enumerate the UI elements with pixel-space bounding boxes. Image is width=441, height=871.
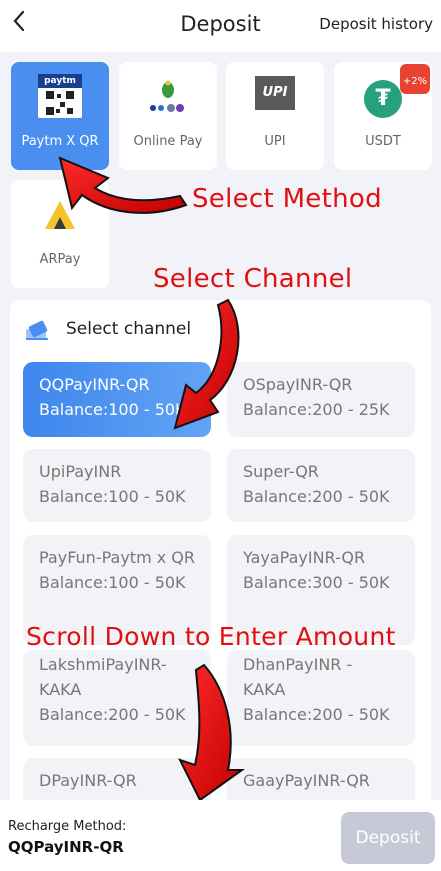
method-upi[interactable]: UPI UPI [226, 62, 324, 170]
header: Deposit Deposit history [0, 0, 441, 52]
annotation-select-method: Select Method [192, 184, 382, 214]
channel-name: QQPayINR-QR [39, 375, 150, 394]
method-arpay[interactable]: ARPay [11, 180, 109, 288]
channel-card: Select channel QQPayINR-QR Balance:100 -… [10, 300, 431, 820]
method-online-pay[interactable]: Online Pay [119, 62, 217, 170]
tether-icon: ₮ [364, 80, 402, 118]
channel-name: PayFun-Paytm x QR [39, 548, 195, 567]
recharge-method-value: QQPayINR-QR [8, 838, 124, 856]
qr-code-icon [46, 91, 74, 115]
channel-balance: Balance:200 - 25K [243, 400, 390, 419]
bonus-badge: +2% [400, 64, 430, 94]
channel-balance: Balance:100 - 50K [39, 400, 186, 419]
channel-balance: Balance:100 - 50K [39, 487, 186, 506]
channel-balance: Balance:200 - 50K [243, 705, 390, 724]
channel-lakshmipayinr-kaka[interactable]: LakshmiPayINR-KAKA Balance:200 - 50K [23, 650, 211, 746]
channel-balance: Balance:200 - 50K [39, 705, 186, 724]
method-label: Online Pay [133, 134, 203, 149]
method-label: Paytm X QR [21, 134, 99, 149]
channel-qqpayinr-qr[interactable]: QQPayINR-QR Balance:100 - 50K [23, 362, 211, 437]
deposit-button[interactable]: Deposit [341, 812, 435, 864]
channel-ospayinr-qr[interactable]: OSpayINR-QR Balance:200 - 25K [227, 362, 415, 437]
method-label: ARPay [39, 252, 81, 267]
recharge-method-label: Recharge Method: [8, 819, 127, 834]
channel-name: LakshmiPayINR-KAKA [39, 655, 167, 699]
channel-name: Super-QR [243, 462, 319, 481]
channel-super-qr[interactable]: Super-QR Balance:200 - 50K [227, 449, 415, 522]
card-icon [24, 320, 48, 342]
annotation-select-channel: Select Channel [153, 264, 353, 294]
channel-name: DhanPayINR - KAKA [243, 655, 353, 699]
channel-dhanpayinr-kaka[interactable]: DhanPayINR - KAKA Balance:200 - 50K [227, 650, 415, 746]
bottom-bar: Recharge Method: QQPayINR-QR Deposit [0, 800, 441, 871]
upi-logo: UPI [255, 76, 295, 110]
paytm-qr-logo: paytm [38, 74, 82, 118]
method-label: UPI [264, 134, 286, 149]
channel-name: OSpayINR-QR [243, 375, 353, 394]
channel-balance: Balance:100 - 50K [39, 573, 186, 592]
paytm-logo-text: paytm [38, 74, 82, 88]
method-usdt[interactable]: ₮ +2% USDT [334, 62, 432, 170]
channel-upipayinr[interactable]: UpiPayINR Balance:100 - 50K [23, 449, 211, 522]
channel-name: UpiPayINR [39, 462, 122, 481]
deposit-history-link[interactable]: Deposit history [319, 15, 433, 33]
channel-name: DPayINR-QR [39, 771, 137, 790]
annotation-scroll-down: Scroll Down to Enter Amount [26, 622, 396, 651]
channel-name: GaayPayINR-QR [243, 771, 370, 790]
channel-balance: Balance:200 - 50K [243, 487, 390, 506]
channel-name: YayaPayINR-QR [243, 548, 366, 567]
arpay-logo-icon [42, 198, 78, 232]
method-paytm-x-qr[interactable]: paytm Paytm X QR [11, 62, 109, 170]
channel-balance: Balance:300 - 50K [243, 573, 390, 592]
select-channel-title: Select channel [66, 319, 192, 339]
money-bag-icon [144, 76, 192, 120]
method-label: USDT [365, 134, 401, 149]
